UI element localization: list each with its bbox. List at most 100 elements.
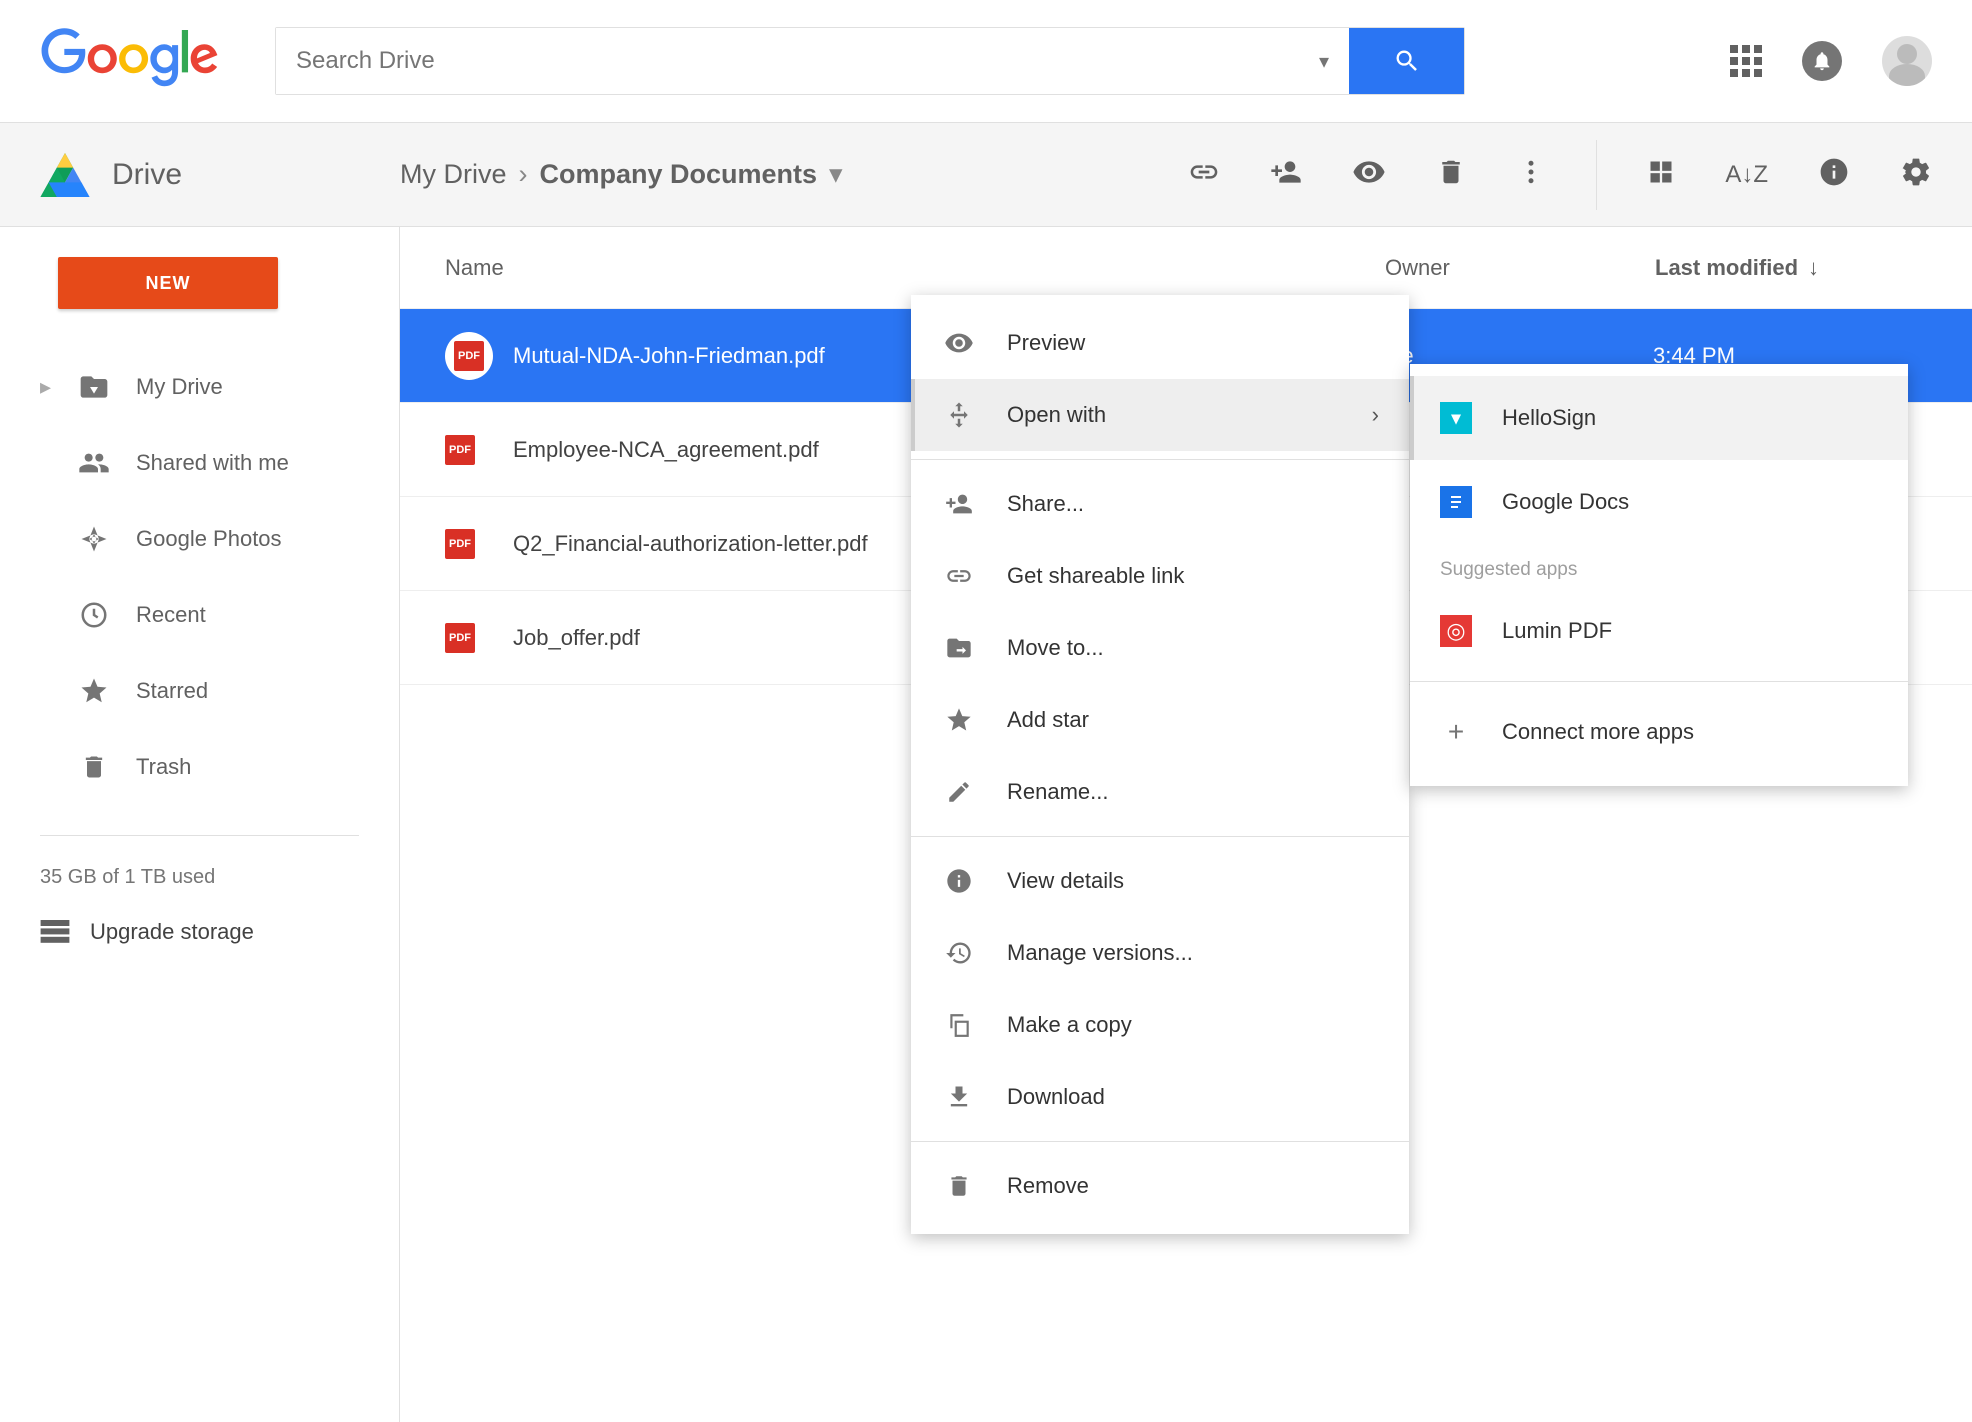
eye-icon — [941, 328, 977, 358]
sidebar-item-label: Starred — [136, 678, 208, 704]
upgrade-label: Upgrade storage — [90, 919, 254, 945]
star-icon — [76, 676, 112, 706]
sm-googledocs[interactable]: Google Docs — [1410, 460, 1908, 544]
chevron-right-icon: › — [519, 159, 528, 190]
search-dropdown[interactable]: ▾ — [1299, 49, 1349, 74]
ctx-download[interactable]: Download — [911, 1061, 1409, 1133]
search-box[interactable]: ▾ — [275, 27, 1465, 95]
upgrade-storage[interactable]: Upgrade storage — [0, 919, 399, 945]
breadcrumb-current[interactable]: Company Documents — [540, 159, 818, 190]
trash-icon — [76, 753, 112, 781]
pdf-icon: PDF — [445, 529, 475, 559]
more-icon[interactable] — [1516, 157, 1546, 193]
drive-title: Drive — [112, 158, 182, 192]
ctx-preview[interactable]: Preview — [911, 307, 1409, 379]
notifications-icon[interactable] — [1802, 41, 1842, 81]
sidebar-item-trash[interactable]: Trash — [0, 729, 399, 805]
info-icon — [941, 867, 977, 895]
ctx-share[interactable]: Share... — [911, 468, 1409, 540]
link-icon — [941, 562, 977, 590]
expand-icon[interactable]: ▸ — [40, 374, 52, 400]
sm-lumin[interactable]: ◎Lumin PDF — [1410, 589, 1908, 673]
edit-icon — [941, 779, 977, 805]
sidebar-item-label: Google Photos — [136, 526, 282, 552]
top-header: ▾ — [0, 0, 1972, 123]
sidebar-item-label: My Drive — [136, 374, 223, 400]
sm-connect-apps[interactable]: +Connect more apps — [1410, 690, 1908, 774]
info-icon[interactable] — [1818, 156, 1850, 194]
grid-view-icon[interactable] — [1647, 158, 1675, 192]
profile-avatar[interactable] — [1882, 36, 1932, 86]
drive-logo-icon[interactable] — [40, 153, 90, 197]
history-icon — [941, 939, 977, 967]
breadcrumb-root[interactable]: My Drive — [400, 159, 507, 190]
ctx-link[interactable]: Get shareable link — [911, 540, 1409, 612]
sidebar-item-label: Shared with me — [136, 450, 289, 476]
people-icon — [76, 447, 112, 479]
chevron-down-icon[interactable]: ▾ — [829, 159, 843, 190]
copy-icon — [941, 1012, 977, 1038]
col-name[interactable]: Name — [445, 255, 1385, 281]
ctx-remove[interactable]: Remove — [911, 1150, 1409, 1222]
menu-separator — [1410, 681, 1908, 682]
main-content: Name Owner Last modified ↓ PDF Mutual-ND… — [400, 227, 1972, 1422]
new-button[interactable]: NEW — [58, 257, 278, 309]
ctx-copy[interactable]: Make a copy — [911, 989, 1409, 1061]
menu-separator — [911, 836, 1409, 837]
sidebar-item-starred[interactable]: Starred — [0, 653, 399, 729]
breadcrumb: My Drive › Company Documents ▾ — [400, 159, 843, 190]
sm-suggested-label: Suggested apps — [1410, 544, 1908, 589]
sidebar-divider — [40, 835, 359, 836]
google-logo[interactable] — [40, 28, 220, 94]
lumin-icon: ◎ — [1440, 615, 1472, 647]
star-icon — [941, 706, 977, 734]
plus-icon: + — [1440, 716, 1472, 748]
sidebar-item-label: Recent — [136, 602, 206, 628]
open-with-submenu: ▾HelloSign Google Docs Suggested apps ◎L… — [1410, 364, 1908, 786]
pdf-icon: PDF — [445, 623, 475, 653]
folder-icon — [76, 371, 112, 403]
toolbar: Drive My Drive › Company Documents ▾ A↓Z — [0, 123, 1972, 227]
ctx-star[interactable]: Add star — [911, 684, 1409, 756]
link-icon[interactable] — [1188, 156, 1220, 194]
ctx-details[interactable]: View details — [911, 845, 1409, 917]
search-input[interactable] — [276, 28, 1299, 94]
sidebar-item-photos[interactable]: Google Photos — [0, 501, 399, 577]
trash-icon — [941, 1173, 977, 1199]
menu-separator — [911, 459, 1409, 460]
clock-icon — [76, 600, 112, 630]
open-with-icon — [941, 400, 977, 430]
search-button[interactable] — [1349, 28, 1464, 94]
sidebar-item-recent[interactable]: Recent — [0, 577, 399, 653]
arrow-down-icon: ↓ — [1808, 255, 1819, 281]
sidebar-item-label: Trash — [136, 754, 191, 780]
pdf-icon: PDF — [445, 332, 493, 380]
apps-icon[interactable] — [1730, 45, 1762, 77]
ctx-rename[interactable]: Rename... — [911, 756, 1409, 828]
trash-icon[interactable] — [1436, 157, 1466, 193]
preview-icon[interactable] — [1352, 155, 1386, 195]
sort-icon[interactable]: A↓Z — [1725, 161, 1768, 189]
col-modified[interactable]: Last modified ↓ — [1655, 255, 1927, 281]
move-folder-icon — [941, 634, 977, 662]
ctx-move[interactable]: Move to... — [911, 612, 1409, 684]
add-person-icon[interactable] — [1270, 156, 1302, 194]
storage-text: 35 GB of 1 TB used — [0, 866, 399, 889]
photos-icon — [76, 524, 112, 554]
toolbar-separator — [1596, 140, 1597, 210]
sidebar-item-shared[interactable]: Shared with me — [0, 425, 399, 501]
col-owner[interactable]: Owner — [1385, 255, 1655, 281]
hellosign-icon: ▾ — [1440, 402, 1472, 434]
ctx-versions[interactable]: Manage versions... — [911, 917, 1409, 989]
gear-icon[interactable] — [1900, 156, 1932, 194]
googledocs-icon — [1440, 486, 1472, 518]
sidebar-item-mydrive[interactable]: ▸ My Drive — [0, 349, 399, 425]
menu-separator — [911, 1141, 1409, 1142]
chevron-right-icon: › — [1372, 402, 1379, 428]
sm-hellosign[interactable]: ▾HelloSign — [1410, 376, 1908, 460]
sidebar: NEW ▸ My Drive Shared with me Google Pho… — [0, 227, 400, 1422]
pdf-icon: PDF — [445, 435, 475, 465]
context-menu: Preview Open with› Share... Get shareabl… — [911, 295, 1409, 1234]
download-icon — [941, 1083, 977, 1111]
ctx-open-with[interactable]: Open with› — [911, 379, 1409, 451]
